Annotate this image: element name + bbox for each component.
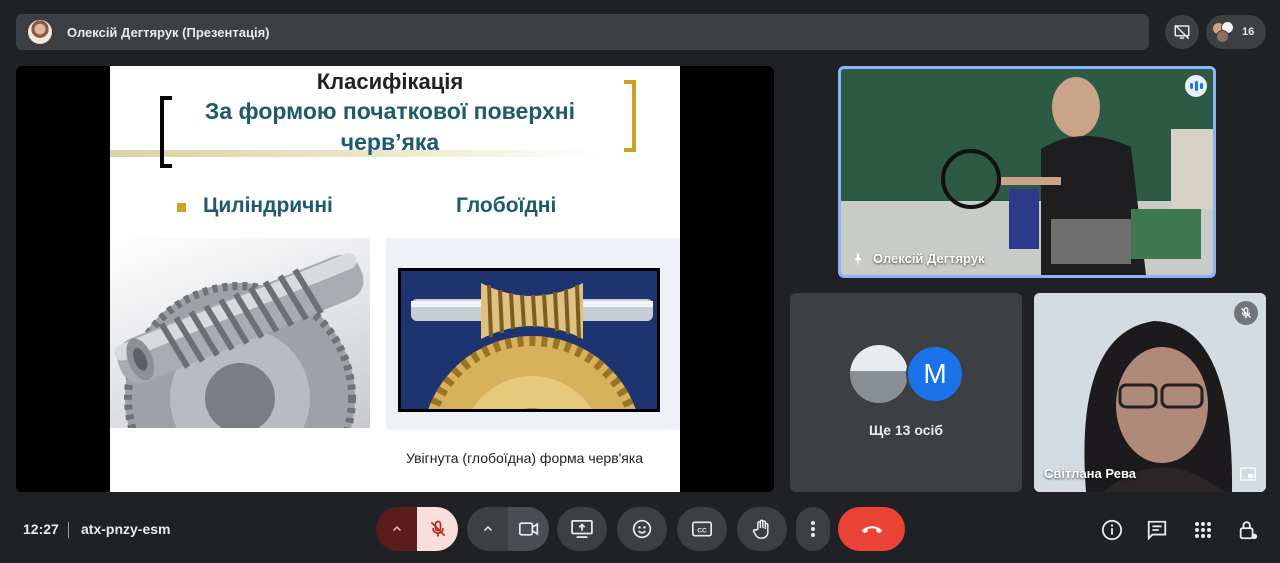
raise-hand-icon bbox=[752, 519, 769, 539]
presentation-title: Олексій Дегтярук (Презентація) bbox=[67, 24, 270, 40]
meeting-time: 12:27 bbox=[23, 521, 59, 537]
stop-presentation-view-button[interactable] bbox=[1165, 15, 1199, 49]
present-button[interactable] bbox=[557, 507, 607, 551]
info-icon bbox=[1101, 519, 1123, 541]
avatar-letter: M bbox=[906, 345, 964, 403]
pin-icon[interactable] bbox=[851, 252, 865, 266]
main-speaker-name: Олексій Дегтярук bbox=[873, 251, 985, 266]
globoid-worm-image bbox=[398, 268, 660, 412]
chevron-up-icon bbox=[392, 525, 401, 532]
activities-button[interactable] bbox=[1191, 518, 1215, 542]
presentation-off-icon bbox=[1174, 24, 1190, 40]
globoid-worm-image-frame bbox=[386, 238, 680, 430]
activities-icon bbox=[1195, 522, 1211, 538]
slide-subtitle-line2: черв’яка bbox=[340, 129, 440, 155]
host-controls-button[interactable] bbox=[1236, 518, 1260, 542]
slide-caption: Увігнута (глобоїдна) форма черв'яка bbox=[406, 450, 644, 466]
participants-button[interactable]: 16 bbox=[1206, 15, 1266, 49]
slide-bracket-right bbox=[624, 80, 636, 152]
meeting-details-button[interactable] bbox=[1100, 518, 1124, 542]
video-tile-main-speaker[interactable]: Олексій Дегтярук bbox=[838, 66, 1216, 278]
chevron-up-icon bbox=[483, 525, 492, 532]
slide-heading: Класифікація bbox=[316, 69, 464, 94]
slide: Класифікація За формою початкової поверх… bbox=[110, 66, 680, 492]
more-vert-icon bbox=[811, 521, 815, 537]
footer-divider bbox=[68, 522, 69, 538]
meeting-code: atx-pnzy-esm bbox=[81, 521, 171, 537]
participant-video-feed bbox=[1034, 293, 1266, 492]
captions-button[interactable]: CC bbox=[677, 507, 727, 551]
mic-off-icon bbox=[430, 520, 445, 537]
presenter-avatar bbox=[28, 20, 52, 44]
raise-hand-button[interactable] bbox=[737, 507, 787, 551]
label-globoid: Глобоїдні bbox=[456, 194, 557, 217]
avatar-letter-text: M bbox=[923, 358, 947, 389]
speaking-icon bbox=[1185, 75, 1207, 97]
avatar-photo bbox=[850, 345, 908, 403]
mic-options-button[interactable] bbox=[376, 507, 417, 551]
presentation-bar[interactable]: Олексій Дегтярук (Презентація) bbox=[16, 14, 1149, 50]
camera-control bbox=[467, 507, 549, 551]
mic-off-icon bbox=[1234, 301, 1258, 325]
mic-toggle-button[interactable] bbox=[417, 507, 458, 551]
host-controls-icon bbox=[1239, 521, 1258, 540]
call-end-icon bbox=[861, 526, 882, 534]
chat-icon bbox=[1147, 520, 1167, 541]
cylindrical-worm-image bbox=[110, 238, 370, 428]
label-cylindrical: Циліндричні bbox=[203, 194, 333, 217]
more-people-label: Ще 13 осіб bbox=[868, 422, 944, 438]
pip-icon[interactable] bbox=[1240, 467, 1256, 481]
speaker-video-feed bbox=[841, 69, 1213, 275]
slide-subtitle: За формою початкової поверхні черв’яка bbox=[160, 96, 620, 158]
camera-icon bbox=[518, 522, 538, 536]
more-options-button[interactable] bbox=[796, 507, 830, 551]
participant-name: Світлана Рева bbox=[1044, 466, 1136, 481]
slide-subtitle-line1: За формою початкової поверхні bbox=[204, 98, 576, 124]
camera-toggle-button[interactable] bbox=[508, 507, 549, 551]
mic-control bbox=[376, 507, 458, 551]
emoji-icon bbox=[632, 519, 652, 539]
video-tile-more-people[interactable]: M Ще 13 осіб bbox=[790, 293, 1022, 492]
participant-count: 16 bbox=[1242, 26, 1255, 38]
bullet-marker bbox=[177, 203, 186, 212]
reactions-button[interactable] bbox=[617, 507, 667, 551]
present-screen-icon bbox=[571, 520, 593, 538]
camera-options-button[interactable] bbox=[467, 507, 508, 551]
leave-call-button[interactable] bbox=[838, 507, 905, 551]
captions-icon: CC bbox=[692, 521, 712, 537]
video-tile-participant[interactable]: Світлана Рева bbox=[1034, 293, 1266, 492]
svg-text:CC: CC bbox=[697, 527, 707, 534]
people-icon bbox=[1212, 21, 1236, 43]
chat-button[interactable] bbox=[1145, 518, 1169, 542]
presentation-stage: Класифікація За формою початкової поверх… bbox=[16, 66, 774, 492]
